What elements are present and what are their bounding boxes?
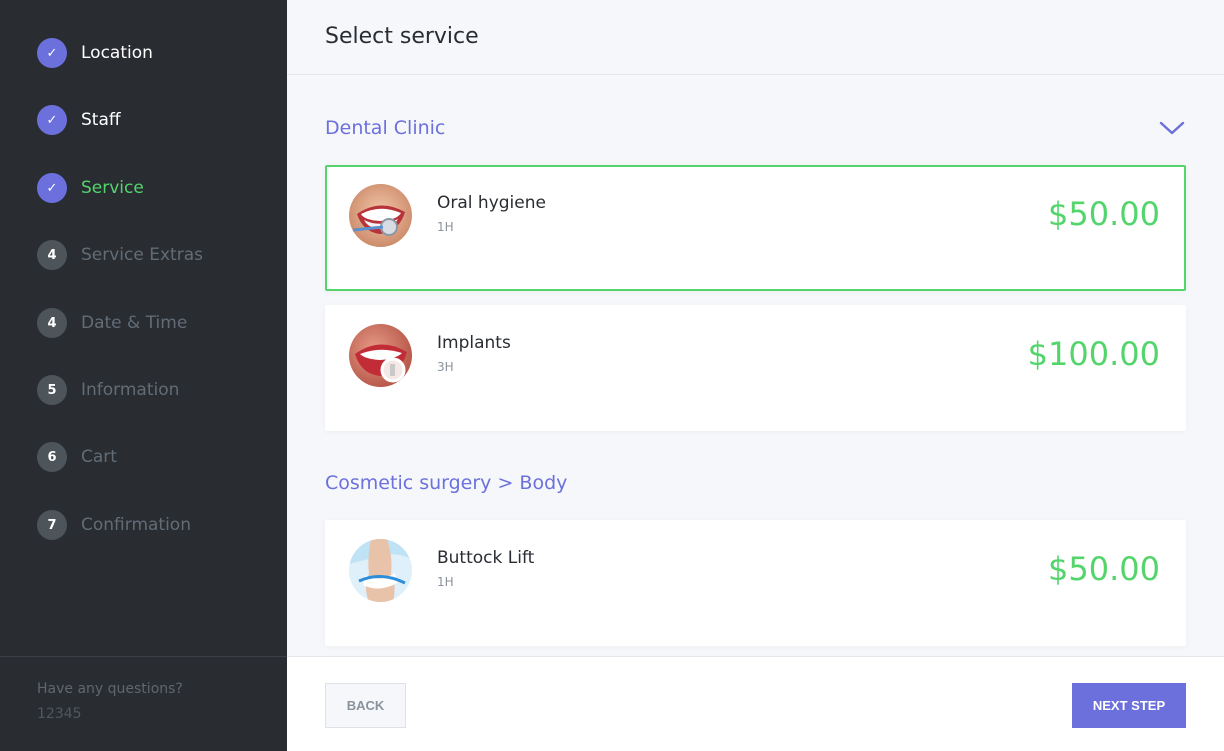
step-label: Cart xyxy=(81,447,117,467)
service-name: Oral hygiene xyxy=(437,193,546,213)
check-icon: ✓ xyxy=(37,173,67,203)
service-card-buttock-lift[interactable]: Buttock Lift 1H $50.00 xyxy=(325,520,1186,646)
service-price: $100.00 xyxy=(1027,335,1160,373)
back-button[interactable]: BACK xyxy=(325,683,406,728)
service-duration: 3H xyxy=(437,360,454,374)
check-icon: ✓ xyxy=(37,38,67,68)
service-image xyxy=(349,184,412,247)
step-label: Service Extras xyxy=(81,245,203,265)
step-number: 5 xyxy=(37,375,67,405)
service-image xyxy=(349,539,412,602)
service-price: $50.00 xyxy=(1048,195,1160,233)
step-number: 4 xyxy=(37,308,67,338)
page-title: Select service xyxy=(325,24,479,49)
step-label: Date & Time xyxy=(81,313,188,333)
service-name: Implants xyxy=(437,333,511,353)
step-label: Confirmation xyxy=(81,515,191,535)
chevron-down-icon[interactable] xyxy=(1158,118,1186,138)
category-title[interactable]: Cosmetic surgery > Body xyxy=(325,472,567,494)
help-phone[interactable]: 12345 xyxy=(37,706,82,722)
service-card-oral-hygiene[interactable]: Oral hygiene 1H $50.00 xyxy=(325,165,1186,291)
step-date-time[interactable]: 4 Date & Time xyxy=(37,307,187,339)
step-information[interactable]: 5 Information xyxy=(37,374,179,406)
step-service[interactable]: ✓ Service xyxy=(37,172,144,204)
action-bar: BACK NEXT STEP xyxy=(287,656,1224,751)
main-panel: Select service Dental Clinic Oral hygien… xyxy=(287,0,1224,751)
service-card-implants[interactable]: Implants 3H $100.00 xyxy=(325,305,1186,431)
step-label: Service xyxy=(81,178,144,198)
step-label: Information xyxy=(81,380,180,400)
step-service-extras[interactable]: 4 Service Extras xyxy=(37,239,203,271)
step-number: 6 xyxy=(37,442,67,472)
step-label: Staff xyxy=(81,110,121,130)
page-header: Select service xyxy=(287,0,1224,75)
step-cart[interactable]: 6 Cart xyxy=(37,441,117,473)
step-location[interactable]: ✓ Location xyxy=(37,37,153,69)
step-label: Location xyxy=(81,43,153,63)
step-staff[interactable]: ✓ Staff xyxy=(37,104,121,136)
next-step-button[interactable]: NEXT STEP xyxy=(1072,683,1186,728)
service-duration: 1H xyxy=(437,220,454,234)
service-list[interactable]: Dental Clinic Oral hygiene 1H $50.00 Imp… xyxy=(287,76,1224,656)
service-price: $50.00 xyxy=(1048,550,1160,588)
service-name: Buttock Lift xyxy=(437,548,535,568)
help-title: Have any questions? xyxy=(37,681,183,697)
category-title[interactable]: Dental Clinic xyxy=(325,117,445,139)
service-duration: 1H xyxy=(437,575,454,589)
service-image xyxy=(349,324,412,387)
step-number: 7 xyxy=(37,510,67,540)
sidebar: ✓ Location ✓ Staff ✓ Service 4 Service E… xyxy=(0,0,287,751)
sidebar-help: Have any questions? 12345 xyxy=(0,656,287,751)
check-icon: ✓ xyxy=(37,105,67,135)
step-confirmation[interactable]: 7 Confirmation xyxy=(37,509,191,541)
step-number: 4 xyxy=(37,240,67,270)
